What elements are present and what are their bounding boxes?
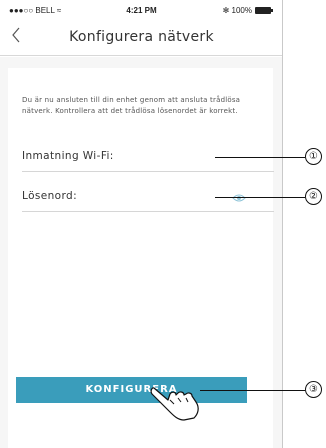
phone-screen: ●●●○○ BELL ≈ 4:21 PM ✻ 100% Konfigurera … — [0, 0, 283, 448]
eye-icon[interactable] — [232, 193, 246, 203]
callout-line-1 — [215, 157, 305, 158]
battery-indicator: ✻ 100% — [222, 6, 273, 15]
battery-icon — [255, 7, 273, 14]
pointing-hand-icon — [150, 387, 199, 421]
callout-line-3 — [200, 390, 305, 391]
callout-line-2 — [215, 197, 305, 198]
wifi-field[interactable]: Inmatning Wi-Fi: — [22, 150, 114, 162]
navigation-bar: Konfigurera nätverk — [0, 20, 282, 56]
callout-2: ② — [305, 188, 322, 205]
callout-1: ① — [305, 148, 322, 165]
status-bar: ●●●○○ BELL ≈ 4:21 PM ✻ 100% — [0, 0, 282, 20]
wifi-field-underline — [22, 171, 274, 172]
callout-3: ③ — [305, 381, 322, 398]
password-field[interactable]: Lösenord: — [22, 190, 77, 202]
battery-label: ✻ 100% — [222, 6, 252, 15]
page-title: Konfigurera nätverk — [69, 29, 214, 45]
password-field-underline — [22, 211, 274, 212]
info-text: Du är nu ansluten till din enhet genom a… — [22, 96, 241, 115]
